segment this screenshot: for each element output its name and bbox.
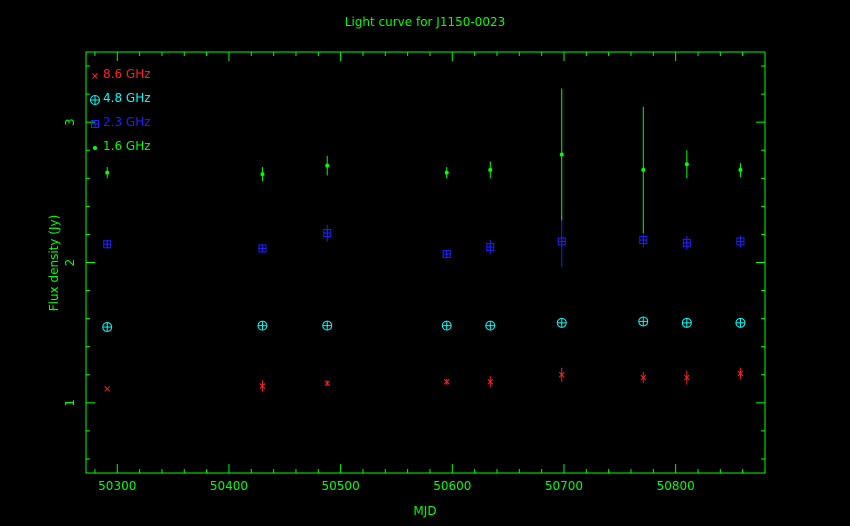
- point-1-6-ghz: [559, 152, 564, 157]
- chart-title: Light curve for J1150-0023: [345, 15, 505, 29]
- point-1-6-ghz: [105, 170, 110, 175]
- legend-label-4-8-ghz: 4.8 GHz: [103, 91, 151, 105]
- y-axis-label: Flux density (Jy): [47, 215, 61, 312]
- point-1-6-ghz: [684, 162, 689, 167]
- x-tick-label: 50600: [433, 479, 471, 493]
- x-tick-label: 50700: [545, 479, 583, 493]
- legend-label-1-6-ghz: 1.6 GHz: [103, 139, 151, 153]
- point-1-6-ghz: [260, 172, 265, 177]
- point-1-6-ghz: [738, 167, 743, 172]
- point-1-6-ghz: [488, 167, 493, 172]
- legend-label-2-3-ghz: 2.3 GHz: [103, 115, 151, 129]
- point-1-6-ghz: [641, 167, 646, 172]
- x-tick-label: 50300: [98, 479, 136, 493]
- legend-marker-1-6-ghz: [93, 146, 97, 150]
- x-axis-label: MJD: [413, 504, 436, 518]
- y-tick-label: 2: [63, 259, 77, 267]
- point-1-6-ghz: [325, 163, 330, 168]
- x-tick-label: 50800: [657, 479, 695, 493]
- point-1-6-ghz: [444, 170, 449, 175]
- y-tick-label: 3: [63, 118, 77, 126]
- x-tick-label: 50500: [322, 479, 360, 493]
- x-tick-label: 50400: [210, 479, 248, 493]
- light-curve-chart: Light curve for J1150-0023 MJD Flux dens…: [0, 0, 850, 526]
- legend-label-8-6-ghz: 8.6 GHz: [103, 67, 151, 81]
- y-tick-label: 1: [63, 399, 77, 407]
